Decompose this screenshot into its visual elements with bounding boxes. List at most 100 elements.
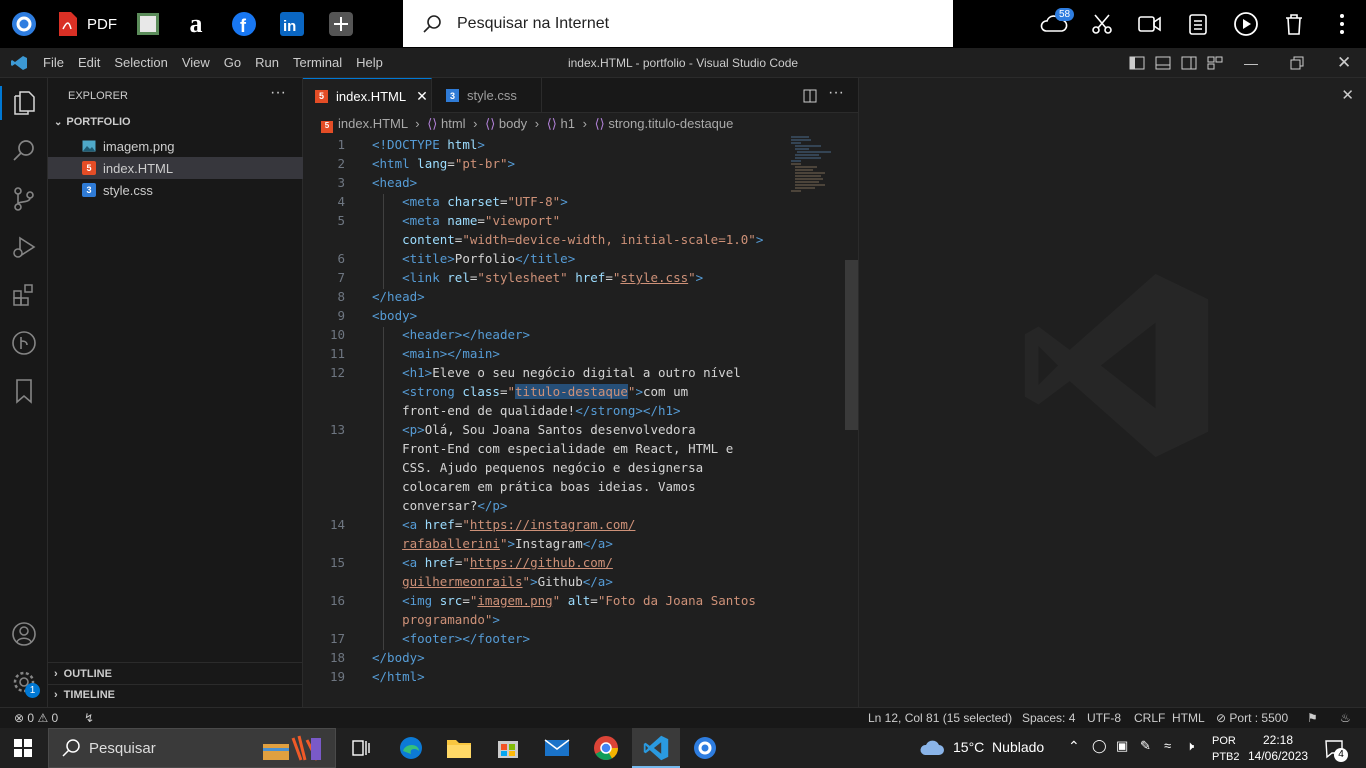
internet-search-input[interactable]: Pesquisar na Internet [403,0,953,47]
edge-browser-icon[interactable] [396,733,426,763]
live-server-port[interactable]: ⊘ Port : 5500 [1216,711,1288,725]
notifications-bell-icon[interactable]: ♨ [1340,711,1351,725]
meet-now-icon[interactable]: ◯ [1092,738,1107,754]
code-line[interactable]: <p>Olá, Sou Joana Santos desenvolvedora [372,422,763,441]
code-line[interactable]: <img src="imagem.png" alt="Foto da Joana… [372,593,763,612]
feedback-icon[interactable]: ⚑ [1307,711,1318,725]
app-launcher-taskbar-icon[interactable] [690,733,720,763]
explorer-more-icon[interactable]: ··· [270,84,286,102]
clock[interactable]: 22:18 14/06/2023 [1248,732,1308,764]
code-line[interactable]: <footer></footer> [372,631,763,650]
code-line[interactable]: <main></main> [372,346,763,365]
more-vertical-icon[interactable] [1328,10,1356,38]
scissors-icon[interactable] [1088,10,1116,38]
breadcrumb-item[interactable]: strong.titulo-destaque [608,116,733,131]
code-line[interactable]: <header></header> [372,327,763,346]
code-line[interactable]: CSS. Ajudo pequenos negócio e designersa [372,460,763,479]
tab-style-css[interactable]: 3 style.css [432,78,542,113]
git-graph-icon[interactable] [9,328,39,358]
code-line[interactable]: conversar?</p> [372,498,763,517]
code-line[interactable]: guilhermeonrails">Github</a> [372,574,763,593]
lightning-icon[interactable]: ↯ [84,711,94,725]
file-item-style-css[interactable]: 3 style.css [48,179,303,201]
task-view-icon[interactable] [346,733,376,763]
end-of-line[interactable]: CRLF [1134,711,1165,725]
code-line[interactable]: </html> [372,669,763,688]
code-line[interactable]: content="width=device-width, initial-sca… [372,232,763,251]
toggle-sidebar-icon[interactable] [1129,56,1145,70]
problems-indicator[interactable]: ⊗ 0 ⚠ 0 [14,711,58,725]
code-line[interactable]: programando"> [372,612,763,631]
app-launcher-icon[interactable] [9,9,39,39]
minimize-icon[interactable]: — [1244,55,1258,71]
editor-scrollbar[interactable] [845,260,858,430]
account-icon[interactable] [9,619,39,649]
close-pane-icon[interactable]: ✕ [1341,86,1354,104]
code-line[interactable]: <a href="https://github.com/ [372,555,763,574]
breadcrumb-item[interactable]: body [499,116,527,131]
trash-icon[interactable] [1280,10,1308,38]
breadcrumb-item[interactable]: index.HTML [338,116,408,131]
facebook-icon[interactable]: f [229,9,259,39]
breadcrumb-item[interactable]: h1 [561,116,575,131]
explorer-icon[interactable] [9,88,39,118]
code-line[interactable]: <head> [372,175,763,194]
microsoft-store-icon[interactable] [493,733,523,763]
indentation[interactable]: Spaces: 4 [1022,711,1075,725]
weather-widget[interactable]: 15°C Nublado [919,737,1044,757]
encoding[interactable]: UTF-8 [1087,711,1121,725]
code-line[interactable]: <!DOCTYPE html> [372,137,763,156]
toggle-panel-icon[interactable] [1155,56,1171,70]
close-tab-icon[interactable]: ✕ [416,88,428,105]
breadcrumb-item[interactable]: html [441,116,466,131]
more-actions-icon[interactable]: ··· [828,84,844,102]
extensions-icon[interactable] [9,280,39,310]
chrome-icon[interactable] [591,733,621,763]
pdf-app[interactable]: PDF [55,9,125,39]
bookmark-icon[interactable] [9,376,39,406]
volume-icon[interactable]: 🕨 [1186,738,1194,754]
language-mode[interactable]: HTML [1172,711,1205,725]
split-editor-icon[interactable] [803,89,817,103]
code-line[interactable]: </body> [372,650,763,669]
folder-portfolio[interactable]: ⌄ PORTFOLIO [54,116,131,128]
video-camera-icon[interactable] [1136,10,1164,38]
code-line[interactable]: colocarem em prática boas ideias. Vamos [372,479,763,498]
code-line[interactable]: <meta charset="UTF-8"> [372,194,763,213]
source-control-icon[interactable] [9,184,39,214]
clipboard-icon[interactable] [1184,10,1212,38]
amazon-icon[interactable]: a [181,9,211,39]
code-text[interactable]: <!DOCTYPE html> <html lang="pt-br"> <head>… [372,137,763,688]
cursor-position[interactable]: Ln 12, Col 81 (15 selected) [868,711,1012,725]
code-line[interactable]: rafaballerini">Instagram</a> [372,536,763,555]
vscode-taskbar-icon[interactable] [641,733,671,763]
toggle-secondary-sidebar-icon[interactable] [1181,56,1197,70]
notes-app-icon[interactable] [133,9,163,39]
code-line[interactable]: <a href="https://instagram.com/ [372,517,763,536]
code-line[interactable]: </head> [372,289,763,308]
code-line[interactable]: <strong class="titulo-destaque">com um [372,384,763,403]
search-view-icon[interactable] [9,136,39,166]
wifi-icon[interactable]: ≈ [1164,738,1171,753]
timeline-section[interactable]: › TIMELINE [54,689,115,701]
code-line[interactable]: <meta name="viewport" [372,213,763,232]
file-explorer-icon[interactable] [444,733,474,763]
code-line[interactable]: <title>Porfolio</title> [372,251,763,270]
file-item-imagem[interactable]: imagem.png [48,135,303,157]
code-line[interactable]: <h1>Eleve o seu negócio digital a outro … [372,365,763,384]
restore-icon[interactable] [1290,56,1304,70]
taskbar-search[interactable]: Pesquisar [48,728,336,768]
code-line[interactable]: <body> [372,308,763,327]
code-line[interactable]: front-end de qualidade!</strong></h1> [372,403,763,422]
run-debug-icon[interactable] [9,232,39,262]
close-window-icon[interactable]: ✕ [1337,53,1351,73]
input-language[interactable]: POR PTB2 [1212,733,1240,765]
minimap[interactable] [783,135,843,195]
outline-section[interactable]: › OUTLINE [54,668,112,680]
code-line[interactable]: Front-End com especialidade em React, HT… [372,441,763,460]
mail-icon[interactable] [542,733,572,763]
linkedin-icon[interactable]: in [277,9,307,39]
tray-app-icon[interactable]: ▣ [1116,738,1128,754]
code-line[interactable]: <link rel="stylesheet" href="style.css"> [372,270,763,289]
file-item-index-html[interactable]: 5 index.HTML [48,157,303,179]
